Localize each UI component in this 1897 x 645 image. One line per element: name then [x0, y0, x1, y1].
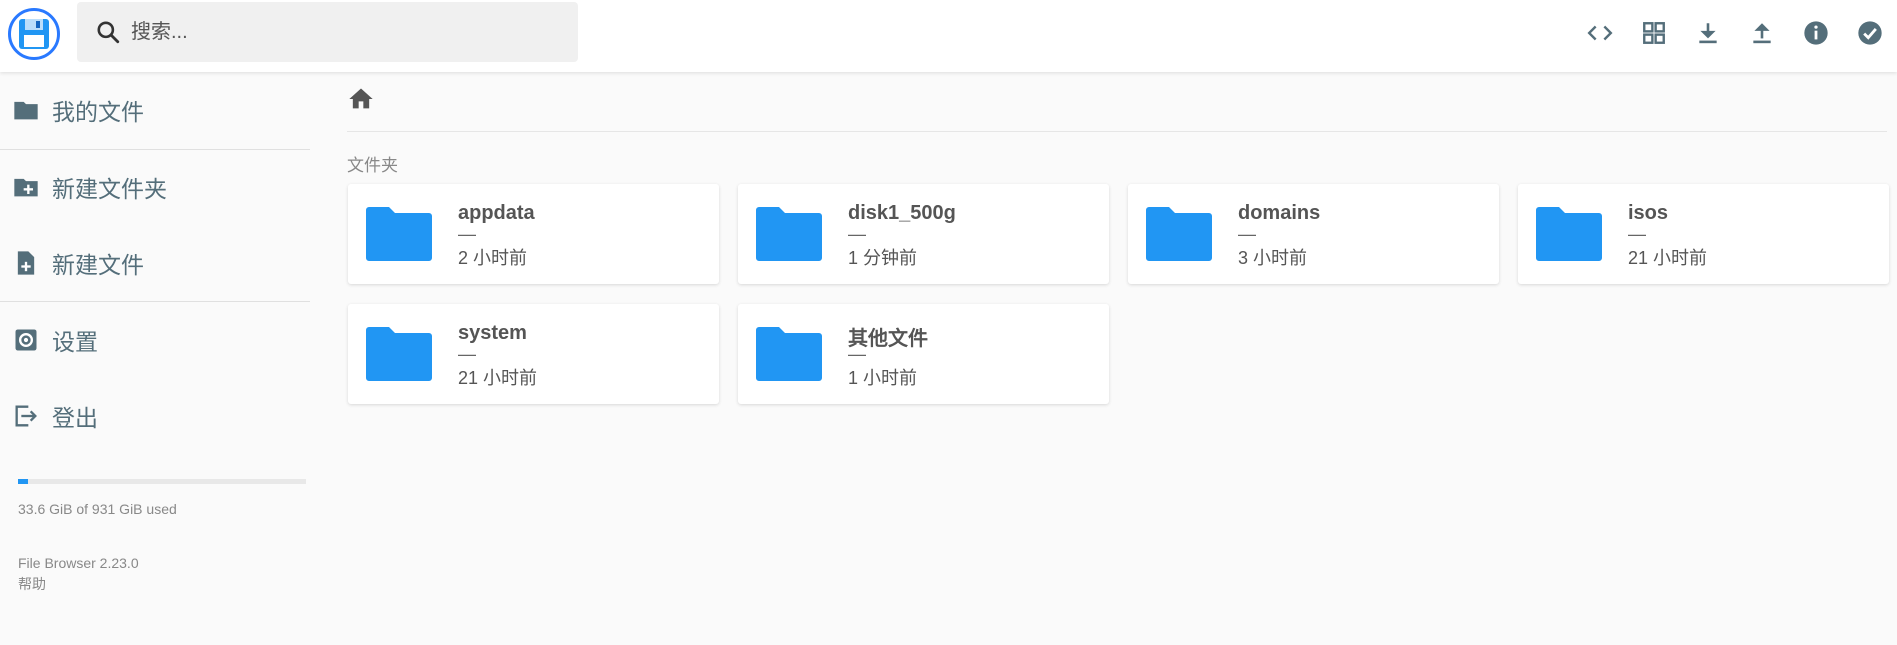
- folder-name: disk1_500g: [848, 202, 956, 224]
- app-logo[interactable]: [8, 8, 60, 60]
- folder-card[interactable]: 其他文件 — 1 小时前: [738, 304, 1109, 404]
- storage-usage-text: 33.6 GiB of 931 GiB used: [18, 501, 177, 517]
- help-link[interactable]: 帮助: [18, 574, 46, 594]
- folder-icon: [756, 207, 822, 261]
- sidebar-item-settings[interactable]: 设置: [0, 310, 310, 370]
- logout-icon: [15, 405, 37, 427]
- folder-modified: 21 小时前: [1628, 248, 1708, 268]
- folder-modified: 1 小时前: [848, 368, 918, 388]
- folder-name: domains: [1238, 202, 1321, 224]
- grid-view-icon: [1643, 21, 1665, 44]
- sidebar-item-logout[interactable]: 登出: [0, 386, 310, 446]
- folder-modified: 1 分钟前: [848, 248, 918, 268]
- folder-card[interactable]: isos — 21 小时前: [1518, 184, 1889, 284]
- header-actions: [1573, 0, 1897, 65]
- app-version: File Browser 2.23.0: [18, 555, 139, 571]
- sidebar-item-label: 我的文件: [52, 99, 144, 125]
- folder-modified: 3 小时前: [1238, 248, 1308, 268]
- switch-view-button[interactable]: [1627, 6, 1681, 60]
- home-icon: [349, 88, 373, 109]
- toggle-hidden-button[interactable]: [1573, 6, 1627, 60]
- check-circle-icon: [1858, 20, 1882, 45]
- folder-icon: [366, 207, 432, 261]
- folder-size: —: [1238, 224, 1256, 244]
- folder-card[interactable]: disk1_500g — 1 分钟前: [738, 184, 1109, 284]
- folder-card[interactable]: appdata — 2 小时前: [348, 184, 719, 284]
- upload-button[interactable]: [1735, 6, 1789, 60]
- sidebar-item-label: 登出: [52, 405, 98, 431]
- folder-size: —: [1628, 224, 1646, 244]
- breadcrumb-divider: [347, 131, 1887, 132]
- sidebar-item-new-file[interactable]: 新建文件: [0, 233, 310, 293]
- folder-icon: [14, 101, 38, 120]
- folder-icon: [756, 327, 822, 381]
- folder-size: —: [458, 344, 476, 364]
- info-icon: [1804, 20, 1828, 45]
- folder-size: —: [848, 224, 866, 244]
- select-multiple-button[interactable]: [1843, 6, 1897, 60]
- folder-name: isos: [1628, 202, 1669, 224]
- folder-name: appdata: [458, 202, 535, 224]
- top-bar: [0, 0, 1897, 72]
- folder-size: —: [458, 224, 476, 244]
- download-button[interactable]: [1681, 6, 1735, 60]
- folder-card[interactable]: domains — 3 小时前: [1128, 184, 1499, 284]
- upload-icon: [1753, 22, 1771, 43]
- folder-modified: 21 小时前: [458, 368, 538, 388]
- folder-name: system: [458, 322, 527, 344]
- folder-modified: 2 小时前: [458, 248, 528, 268]
- sidebar-item-label: 设置: [52, 329, 98, 355]
- floppy-disk-icon: [19, 19, 49, 49]
- info-button[interactable]: [1789, 6, 1843, 60]
- folder-icon: [1146, 207, 1212, 261]
- folder-size: —: [848, 344, 866, 364]
- sidebar-item-my-files[interactable]: 我的文件: [0, 80, 310, 140]
- new-file-icon: [17, 251, 35, 275]
- search-box[interactable]: [77, 2, 578, 62]
- settings-icon: [15, 329, 37, 351]
- search-input[interactable]: [131, 2, 561, 62]
- folder-icon: [366, 327, 432, 381]
- breadcrumb-home[interactable]: [347, 85, 377, 115]
- sidebar-item-label: 新建文件夹: [52, 176, 167, 202]
- folder-card[interactable]: system — 21 小时前: [348, 304, 719, 404]
- code-icon: [1587, 25, 1613, 40]
- storage-usage-bar: [18, 479, 306, 484]
- storage-usage-fill: [18, 479, 29, 484]
- section-title-folders: 文件夹: [347, 156, 398, 175]
- sidebar-item-label: 新建文件: [52, 252, 144, 278]
- sidebar-divider: [0, 149, 310, 150]
- download-icon: [1699, 22, 1717, 43]
- sidebar-divider: [0, 301, 310, 302]
- sidebar-item-new-folder[interactable]: 新建文件夹: [0, 157, 310, 217]
- new-folder-icon: [14, 178, 38, 197]
- folder-icon: [1536, 207, 1602, 261]
- search-icon: [97, 21, 120, 44]
